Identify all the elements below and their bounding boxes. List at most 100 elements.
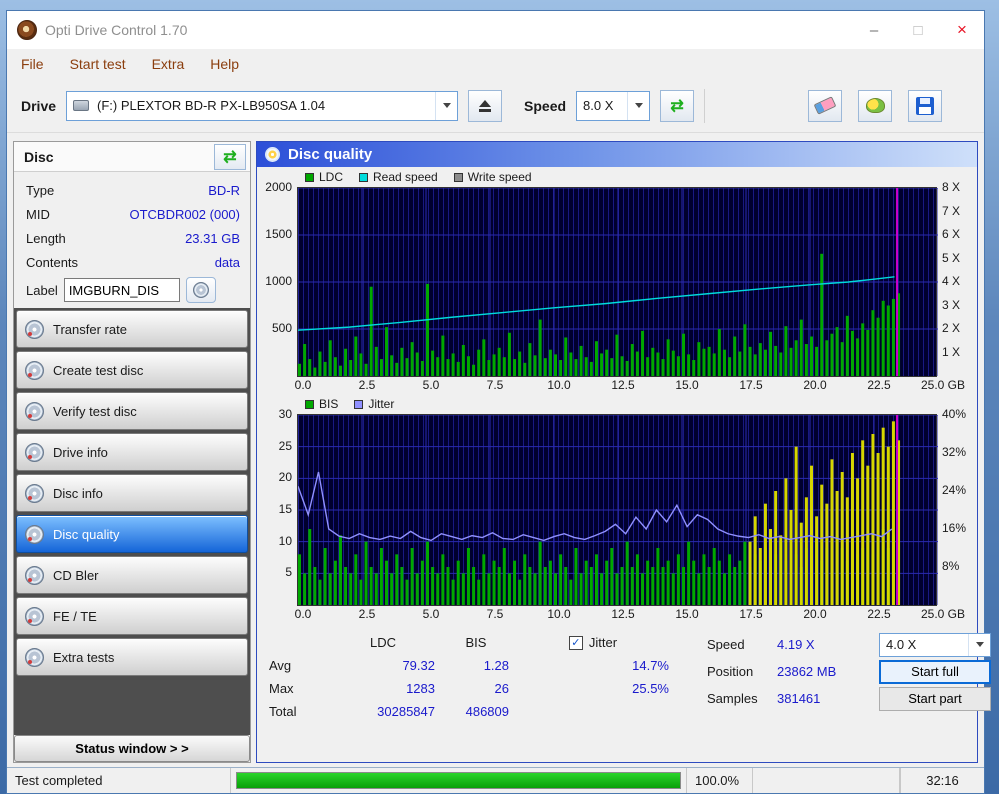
y-axis-tick: 1000: [265, 274, 292, 288]
column-header-ldc: LDC: [369, 635, 396, 650]
menu-start-test[interactable]: Start test: [70, 56, 126, 72]
x-axis-tick: 7.5: [486, 607, 504, 621]
drive-icon: [73, 100, 90, 111]
x-axis-tick: 0.0: [294, 378, 312, 392]
disc-panel: Disc ⇄ Type BD-R MID OTCBDR002 (000) Length 2…: [13, 141, 251, 763]
chart2-right-axis: 40% 32% 24% 16% 8%: [937, 407, 977, 606]
legend-item: LDC: [305, 170, 343, 184]
x-axis-tick: 5.0: [422, 607, 440, 621]
y-axis-tick: 3 X: [942, 297, 961, 312]
jitter-checkbox[interactable]: ✓: [568, 635, 583, 650]
sidebar-button-label: CD Bler: [53, 567, 99, 583]
disc-field-contents: Contents data: [26, 250, 240, 274]
utility-icon: [865, 98, 885, 113]
sidebar-button-disc-info[interactable]: Disc info: [16, 474, 248, 512]
legend-chip: [305, 399, 314, 409]
row-label-avg: Avg: [269, 658, 292, 673]
y-axis-tick: 2000: [265, 180, 292, 194]
disc-icon: [25, 319, 44, 339]
chart1-right-axis: 8 X 7 X 6 X 5 X 4 X 3 X 2 X 1 X: [937, 180, 977, 377]
x-axis-tick: 5.0: [422, 378, 440, 392]
toolbar: Drive (F:) PLEXTOR BD-R PX-LB950SA 1.04 …: [7, 79, 984, 133]
maximize-button[interactable]: □: [896, 11, 940, 49]
speed-label: Speed: [524, 97, 567, 114]
test-speed-select[interactable]: 4.0 X: [879, 632, 991, 657]
chart2-left-axis: 30 25 20 15 10 5: [257, 407, 297, 606]
sidebar-button-label: Drive info: [53, 444, 108, 460]
y-axis-tick: 15: [278, 502, 292, 516]
sidebar-button-label: Create test disc: [53, 362, 144, 378]
avg-bis: 1.28: [483, 658, 509, 673]
sidebar-button-label: Transfer rate: [53, 321, 127, 337]
erase-disc-button[interactable]: [808, 89, 842, 122]
chart1-left-axis: 2000 1500 1000 500: [257, 180, 297, 377]
column-header-bis: BIS: [465, 635, 487, 650]
field-label: Length: [26, 230, 66, 246]
start-part-button[interactable]: Start part: [879, 686, 991, 711]
disc-field-mid: MID OTCBDR002 (000): [26, 202, 240, 226]
refresh-icon: ⇄: [670, 97, 684, 115]
menu-file[interactable]: File: [21, 56, 44, 72]
sidebar-button-extra-tests[interactable]: Extra tests: [16, 638, 248, 676]
save-icon: [916, 96, 934, 115]
refresh-speed-button[interactable]: ⇄: [660, 89, 695, 122]
save-button[interactable]: [908, 89, 942, 122]
disc-label-row: Label: [14, 276, 250, 308]
start-full-button[interactable]: Start full: [879, 659, 991, 684]
main-panel: Disc quality LDC Read speed Write speed 20…: [256, 141, 991, 763]
x-axis-tick: 2.5: [358, 378, 376, 392]
legend-chip: [305, 172, 314, 182]
sidebar-button-disc-quality[interactable]: Disc quality: [16, 515, 248, 553]
status-window-button[interactable]: Status window > >: [14, 735, 250, 762]
avg-jitter: 14.7%: [632, 658, 669, 673]
y-axis-tick: 2 X: [942, 321, 961, 335]
samples-label: Samples: [707, 691, 758, 706]
disc-icon: [25, 606, 44, 626]
app-window: Opti Drive Control 1.70 – □ × File Start…: [6, 10, 991, 794]
content-area: Disc ⇄ Type BD-R MID OTCBDR002 (000) Length 2…: [7, 133, 991, 767]
sidebar-button-label: Verify test disc: [53, 403, 137, 419]
disc-label-button[interactable]: [185, 277, 216, 303]
speed-result-value: 4.19 X: [777, 637, 815, 652]
sidebar-button-cd-bler[interactable]: CD Bler: [16, 556, 248, 594]
disc-quality-header: Disc quality: [257, 142, 977, 167]
quality-chart-plot: [297, 187, 939, 377]
field-label: Type: [26, 182, 55, 198]
window-title: Opti Drive Control 1.70: [45, 22, 188, 38]
chart1-x-axis: 0.0 2.5 5.0 7.5 10.0 12.5 15.0 17.5 20.0 22.5 25.0…: [257, 377, 977, 394]
menu-extra[interactable]: Extra: [152, 56, 185, 72]
chart1-row: 2000 1500 1000 500 8 X 7 X 6 X 5 X 4 X 3 X 2 X 1 X: [257, 180, 977, 377]
field-value: OTCBDR002 (000): [129, 206, 240, 222]
sidebar-button-transfer-rate[interactable]: Transfer rate: [16, 310, 248, 348]
eject-button[interactable]: [468, 89, 503, 122]
sidebar-button-fe-te[interactable]: FE / TE: [16, 597, 248, 635]
x-axis-tick: 0.0: [294, 607, 312, 621]
field-label: Contents: [26, 254, 79, 270]
sidebar-button-drive-info[interactable]: Drive info: [16, 433, 248, 471]
field-value: 23.31 GB: [185, 230, 240, 246]
progress-percent: 100.0%: [687, 768, 753, 793]
disc-label-input[interactable]: [63, 278, 180, 302]
disc-icon: [192, 282, 209, 298]
menu-help[interactable]: Help: [210, 56, 239, 72]
progress-bar: [231, 768, 687, 793]
close-button[interactable]: ×: [940, 11, 984, 49]
chart2-legend: BIS Jitter: [257, 394, 977, 414]
speed-select[interactable]: 8.0 X: [576, 90, 651, 121]
status-bar: Test completed 100.0% 32:16: [7, 767, 984, 793]
legend-label: Write speed: [467, 170, 532, 184]
x-axis-tick: 20.0: [803, 607, 827, 621]
utility-button[interactable]: [858, 89, 892, 122]
max-jitter: 25.5%: [632, 681, 669, 696]
sidebar-button-create-test-disc[interactable]: Create test disc: [16, 351, 248, 389]
legend-item: Read speed: [359, 170, 438, 184]
legend-label: BIS: [319, 397, 339, 411]
refresh-disc-button[interactable]: ⇄: [214, 143, 246, 170]
stats-table: LDC BIS ✓ Jitter Avg 79.32 1.28 14.7% Ma…: [269, 631, 673, 762]
stats-right-panel: Speed 4.19 X 4.0 X Position 23862 MB Sta…: [707, 631, 991, 762]
sidebar-button-verify-test-disc[interactable]: Verify test disc: [16, 392, 248, 430]
drive-select[interactable]: (F:) PLEXTOR BD-R PX-LB950SA 1.04: [66, 90, 459, 121]
test-speed-value: 4.0 X: [886, 637, 917, 652]
minimize-button[interactable]: –: [852, 11, 896, 49]
x-axis-tick: 15.0: [675, 607, 699, 621]
